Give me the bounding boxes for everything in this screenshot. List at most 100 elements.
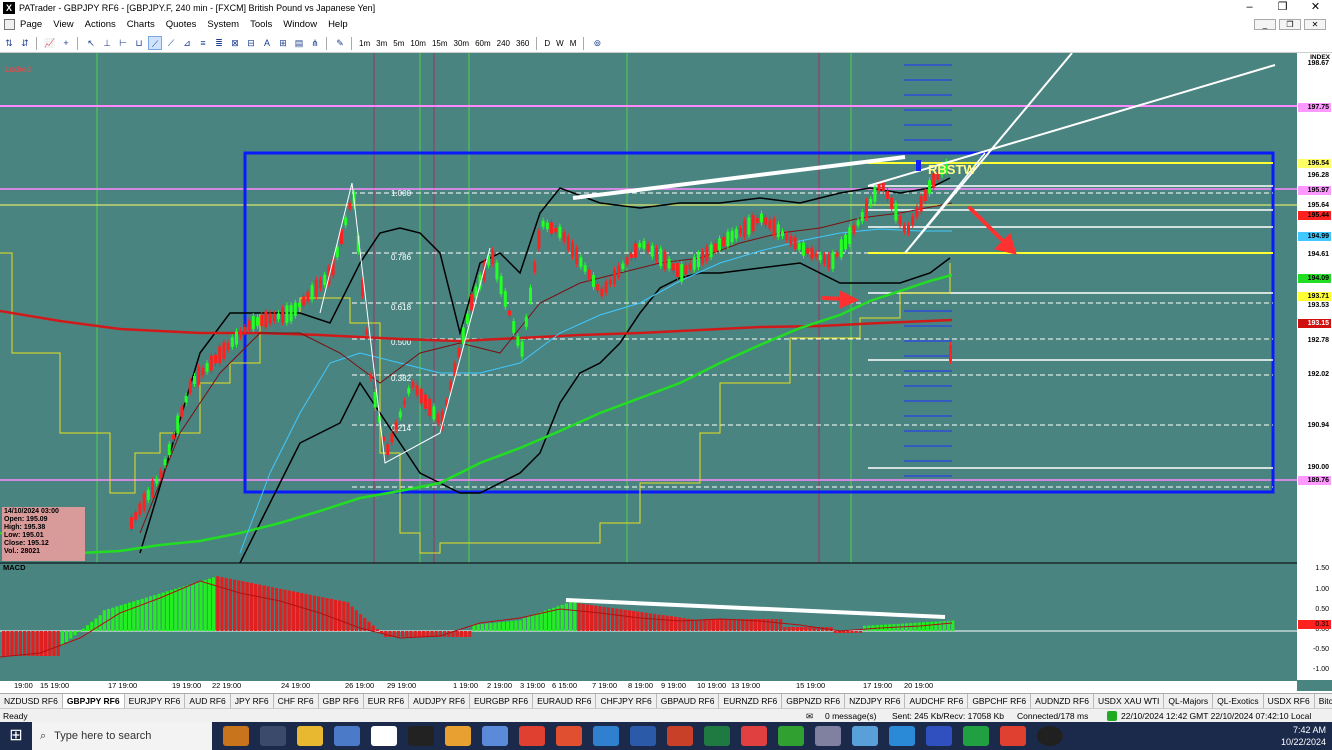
symbol-tab[interactable]: AUDCHF RF6: [905, 694, 969, 708]
app-icon-21[interactable]: [963, 726, 989, 746]
macd-axis[interactable]: 1.50 1.00 0.50 0.00 -0.50 -1.00 0.31: [1297, 563, 1332, 680]
symbol-tab[interactable]: EUR RF6: [364, 694, 410, 708]
symbol-tab[interactable]: EURNZD RF6: [719, 694, 783, 708]
text-icon[interactable]: A: [260, 36, 274, 50]
price-chart[interactable]: 1.000 0.786 0.618 0.500 0.382 0.214 RBST…: [0, 52, 1332, 691]
telegram-icon[interactable]: [889, 726, 915, 746]
symbol-tab[interactable]: GBPCHF RF6: [968, 694, 1032, 708]
buy-icon[interactable]: ⇅: [2, 36, 16, 50]
settings-icon[interactable]: ⊚: [590, 36, 604, 50]
symbol-tab[interactable]: GBPAUD RF6: [657, 694, 720, 708]
windows-start-icon[interactable]: ⊞: [0, 722, 32, 750]
symbol-tab[interactable]: AUDJPY RF6: [409, 694, 470, 708]
app-icon-10[interactable]: [556, 726, 582, 746]
symbol-tab[interactable]: QL-Exotics: [1213, 694, 1264, 708]
menu-actions[interactable]: Actions: [85, 19, 116, 30]
tf-weekly[interactable]: W: [556, 39, 564, 48]
media-player-icon[interactable]: [1037, 726, 1063, 746]
tf-60m[interactable]: 60m: [475, 39, 491, 48]
chart-app-icon[interactable]: [371, 726, 397, 746]
price-axis[interactable]: INDEX 198.67 197.75 196.54 196.28 195.97 195.…: [1297, 53, 1332, 563]
symbol-tab[interactable]: GBPJPY RF6: [62, 694, 125, 708]
close-button[interactable]: ✕: [1299, 0, 1332, 16]
crosshair-icon[interactable]: +: [59, 36, 73, 50]
cycle-icon[interactable]: ⊟: [244, 36, 258, 50]
taskbar-clock[interactable]: 7:42 AM 10/22/2024: [1281, 724, 1326, 748]
chart-icon[interactable]: 📈: [43, 36, 57, 50]
menu-charts[interactable]: Charts: [127, 19, 155, 30]
app-icon-17[interactable]: [815, 726, 841, 746]
symbol-tab[interactable]: Bitcoin: [1315, 694, 1332, 708]
fib-retracement-icon[interactable]: ≡: [196, 36, 210, 50]
file-explorer-icon[interactable]: [297, 726, 323, 746]
symbol-tab[interactable]: AUD RF6: [185, 694, 231, 708]
rectangle-icon[interactable]: ▤: [292, 36, 306, 50]
tf-3m[interactable]: 3m: [376, 39, 387, 48]
minimize-button[interactable]: –: [1233, 0, 1266, 16]
fib-extension-icon[interactable]: ≣: [212, 36, 226, 50]
ic-app-icon[interactable]: [408, 726, 434, 746]
mdi-minimize-button[interactable]: _: [1254, 19, 1276, 30]
tf-monthly[interactable]: M: [570, 39, 577, 48]
tf-10m[interactable]: 10m: [410, 39, 426, 48]
symbol-tab[interactable]: GBPNZD RF6: [782, 694, 846, 708]
status-messages[interactable]: 0 message(s): [825, 711, 877, 721]
mdi-restore-button[interactable]: ❐: [1279, 19, 1301, 30]
menu-tools[interactable]: Tools: [250, 19, 272, 30]
app-icon-18[interactable]: [852, 726, 878, 746]
page-icon[interactable]: [4, 19, 15, 30]
symbol-tab[interactable]: NZDJPY RF6: [845, 694, 906, 708]
sell-icon[interactable]: ⇵: [18, 36, 32, 50]
app-icon-15[interactable]: [741, 726, 767, 746]
menu-quotes[interactable]: Quotes: [166, 19, 197, 30]
symbol-tab[interactable]: CHFJPY RF6: [596, 694, 657, 708]
tf-360[interactable]: 360: [516, 39, 529, 48]
symbol-tab[interactable]: CHF RF6: [274, 694, 319, 708]
symbol-tab[interactable]: JPY RF6: [231, 694, 274, 708]
tf-240[interactable]: 240: [497, 39, 510, 48]
maximize-button[interactable]: ❐: [1266, 0, 1299, 16]
channel-icon[interactable]: ⊔: [132, 36, 146, 50]
calculator-icon[interactable]: [334, 726, 360, 746]
fan-icon[interactable]: ⊿: [180, 36, 194, 50]
powerpoint-icon[interactable]: [667, 726, 693, 746]
vline-icon[interactable]: ⊢: [116, 36, 130, 50]
tf-daily[interactable]: D: [544, 39, 550, 48]
app-icon-11[interactable]: [593, 726, 619, 746]
pointer-icon[interactable]: ↖: [84, 36, 98, 50]
symbol-tab[interactable]: USDX RF6: [1264, 694, 1315, 708]
symbol-tab[interactable]: AUDNZD RF6: [1031, 694, 1094, 708]
app-icon-8[interactable]: [482, 726, 508, 746]
gann-icon[interactable]: ⊠: [228, 36, 242, 50]
task-view-icon[interactable]: [260, 726, 286, 746]
menu-page[interactable]: Page: [20, 19, 42, 30]
symbol-tab[interactable]: EURAUD RF6: [533, 694, 597, 708]
menu-window[interactable]: Window: [283, 19, 317, 30]
chrome-icon[interactable]: [519, 726, 545, 746]
menu-help[interactable]: Help: [328, 19, 348, 30]
word-icon[interactable]: [630, 726, 656, 746]
tf-30m[interactable]: 30m: [454, 39, 470, 48]
symbol-tab[interactable]: NZDUSD RF6: [0, 694, 63, 708]
symbol-tab[interactable]: USDX XAU WTI: [1094, 694, 1165, 708]
symbol-tab[interactable]: GBP RF6: [319, 694, 364, 708]
chrome-icon-2[interactable]: [1000, 726, 1026, 746]
taskbar-search[interactable]: ⌕ Type here to search: [32, 722, 212, 750]
menu-system[interactable]: System: [207, 19, 239, 30]
trendline-icon[interactable]: ⟋: [148, 36, 162, 50]
tf-5m[interactable]: 5m: [393, 39, 404, 48]
chart-area[interactable]: 1.000 0.786 0.618 0.500 0.382 0.214 RBST…: [0, 52, 1332, 691]
symbol-tab[interactable]: QL-Majors: [1164, 694, 1214, 708]
app-icon-16[interactable]: [778, 726, 804, 746]
pitchfork-icon[interactable]: ⋔: [308, 36, 322, 50]
app-icon-20[interactable]: [926, 726, 952, 746]
excel-icon[interactable]: [704, 726, 730, 746]
briefcase-app-icon[interactable]: [223, 726, 249, 746]
fib-time-icon[interactable]: ⊞: [276, 36, 290, 50]
menu-view[interactable]: View: [53, 19, 73, 30]
pen-icon[interactable]: ✎: [333, 36, 347, 50]
ray-icon[interactable]: ⟋: [164, 36, 178, 50]
mdi-close-button[interactable]: ✕: [1304, 19, 1326, 30]
symbol-tab[interactable]: EURJPY RF6: [125, 694, 186, 708]
hline-icon[interactable]: ⊥: [100, 36, 114, 50]
